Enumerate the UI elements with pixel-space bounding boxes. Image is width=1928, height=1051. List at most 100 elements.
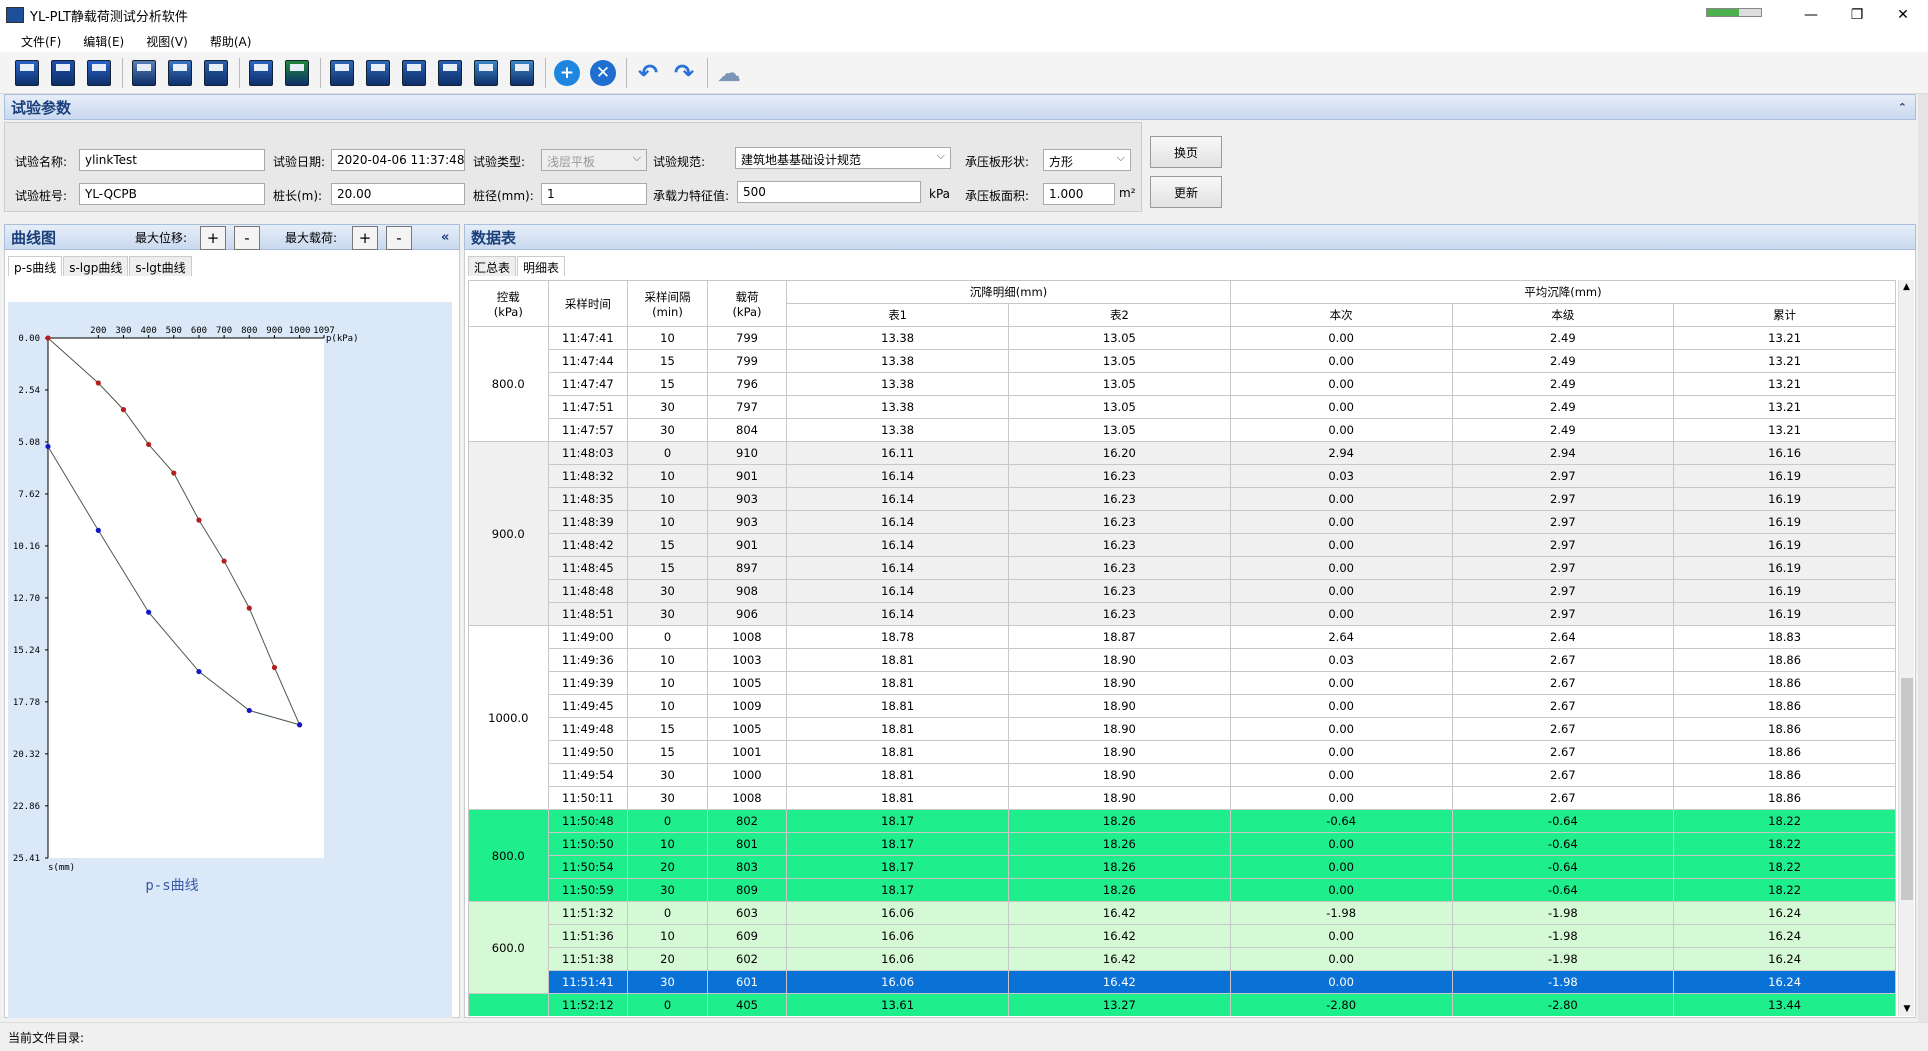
table-cell[interactable]: 1001 [706,740,788,764]
table-cell[interactable]: 13.21 [1673,418,1896,442]
table-cell[interactable]: 0.00 [1229,786,1453,810]
table-cell[interactable]: 2.64 [1229,625,1453,649]
table-cell[interactable]: 0.03 [1229,648,1453,672]
table-cell[interactable]: 13.44 [1673,993,1896,1016]
table-cell[interactable]: 16.19 [1673,464,1896,488]
area-input[interactable]: 1.000 [1043,183,1115,205]
table-cell[interactable]: 16.06 [786,924,1009,948]
table-cell[interactable]: 11:47:51 [547,395,629,419]
scroll-up-icon[interactable]: ▲ [1899,282,1914,292]
table-cell[interactable]: 18.22 [1673,855,1896,879]
table-cell[interactable]: 11:50:54 [547,855,629,879]
table-cell[interactable]: 11:52:12 [547,993,629,1016]
table-cell[interactable]: 10 [627,832,708,856]
scroll-down-icon[interactable]: ▼ [1899,1004,1915,1014]
menu-edit[interactable]: 编辑(E) [72,33,135,50]
table-cell[interactable]: 16.06 [786,970,1009,994]
table-cell[interactable]: 11:48:51 [547,602,629,626]
table-cell[interactable]: 13.05 [1008,418,1231,442]
table-cell[interactable]: 405 [706,993,788,1016]
table-cell[interactable]: 0.00 [1229,395,1453,419]
table-cell[interactable]: 2.97 [1451,556,1675,580]
export-excel-icon[interactable] [282,57,312,89]
table-cell[interactable]: 2.49 [1451,372,1675,396]
table-cell[interactable]: 11:50:11 [547,786,629,810]
refresh-icon[interactable] [471,57,501,89]
table-cell[interactable]: 0 [627,993,708,1016]
table-cell[interactable]: 16.23 [1008,533,1231,557]
table-cell[interactable]: 18.86 [1673,717,1896,741]
table-cell[interactable]: 11:48:39 [547,510,629,534]
table-cell[interactable]: 18.26 [1008,878,1231,902]
table-cell[interactable]: 16.23 [1008,579,1231,603]
table-cell[interactable]: 10 [627,694,708,718]
table-cell[interactable]: 10 [627,464,708,488]
table-cell[interactable]: 801 [706,832,788,856]
table-cell[interactable]: 18.83 [1673,625,1896,649]
table-cell[interactable]: 1008 [706,625,788,649]
update-button[interactable]: 更新 [1150,176,1222,208]
page-button[interactable]: 换页 [1150,136,1222,168]
table-cell[interactable]: 11:49:36 [547,648,629,672]
table-cell[interactable]: 13.38 [786,326,1009,350]
tab-detail[interactable]: 明细表 [517,256,566,276]
table-cell[interactable]: 18.26 [1008,832,1231,856]
table-cell[interactable]: 16.24 [1673,901,1896,925]
table-cell[interactable]: 16.14 [786,464,1009,488]
col-header-gauge1[interactable]: 表1 [786,303,1009,327]
restore-button[interactable]: ❐ [1834,0,1880,30]
table-cell[interactable]: 2.67 [1451,648,1675,672]
table-cell[interactable]: 13.05 [1008,395,1231,419]
load-group-cell[interactable]: 800.0 [468,326,549,442]
table-cell[interactable]: 15 [627,533,708,557]
table-cell[interactable]: 0 [627,901,708,925]
table-cell[interactable]: 897 [706,556,788,580]
table-cell[interactable]: 16.19 [1673,510,1896,534]
table-cell[interactable]: 11:47:41 [547,326,629,350]
table-cell[interactable]: 1005 [706,717,788,741]
table-cell[interactable]: 15 [627,740,708,764]
table-cell[interactable]: 13.38 [786,418,1009,442]
table-cell[interactable]: 18.90 [1008,717,1231,741]
table-cell[interactable]: 2.97 [1451,510,1675,534]
table-cell[interactable]: 799 [706,326,788,350]
table-cell[interactable]: 11:51:36 [547,924,629,948]
table-cell[interactable]: 16.42 [1008,924,1231,948]
pile-input[interactable]: YL-QCPB [79,183,265,205]
table-cell[interactable]: 0.00 [1229,832,1453,856]
table-row[interactable]: 800.0 11:47:41 10 799 13.38 13.05 0.00 2.49 13.2… [468,326,1896,442]
menu-view[interactable]: 视图(V) [135,33,199,50]
table-cell[interactable]: 0.00 [1229,970,1453,994]
table-cell[interactable]: 18.87 [1008,625,1231,649]
table-row[interactable]: 11:49:45 10 1009 18.81 18.90 0.00 2.67 18.86 [469,694,1896,718]
table-cell[interactable]: 601 [706,970,788,994]
table-cell[interactable]: 2.67 [1451,671,1675,695]
table-row[interactable]: 11:51:36 10 609 16.06 16.42 0.00 -1.98 16.24 [469,924,1896,948]
table-row[interactable]: 11:50:50 10 801 18.17 18.26 0.00 -0.64 18.22 [469,832,1896,856]
table-cell[interactable]: -1.98 [1451,924,1675,948]
table-cell[interactable]: 16.06 [786,901,1009,925]
col-header-level[interactable]: 本级 [1451,303,1675,327]
save-as-icon[interactable] [84,57,114,89]
col-header-interval[interactable]: 采样间隔 (min) [627,280,708,327]
load-group-cell[interactable]: 1000.0 [468,625,549,810]
table-cell[interactable]: 15 [627,349,708,373]
table-cell[interactable]: 18.22 [1673,809,1896,833]
table-cell[interactable]: 0.00 [1229,579,1453,603]
table-cell[interactable]: 16.14 [786,602,1009,626]
diameter-input[interactable]: 1 [541,183,647,205]
table-cell[interactable]: 0 [627,625,708,649]
table-cell[interactable]: 2.49 [1451,349,1675,373]
table-cell[interactable]: 603 [706,901,788,925]
table-cell[interactable]: 18.86 [1673,671,1896,695]
table-cell[interactable]: 18.26 [1008,855,1231,879]
table-cell[interactable]: 0.00 [1229,556,1453,580]
table-cell[interactable]: 11:51:38 [547,947,629,971]
table-cell[interactable]: 18.81 [786,740,1009,764]
table-cell[interactable]: 11:47:44 [547,349,629,373]
table-cell[interactable]: 803 [706,855,788,879]
table-cell[interactable]: 910 [706,441,788,465]
col-header-gauge2[interactable]: 表2 [1008,303,1231,327]
outer-scrollbar[interactable] [1918,94,1928,1022]
table-cell[interactable]: -1.98 [1451,970,1675,994]
